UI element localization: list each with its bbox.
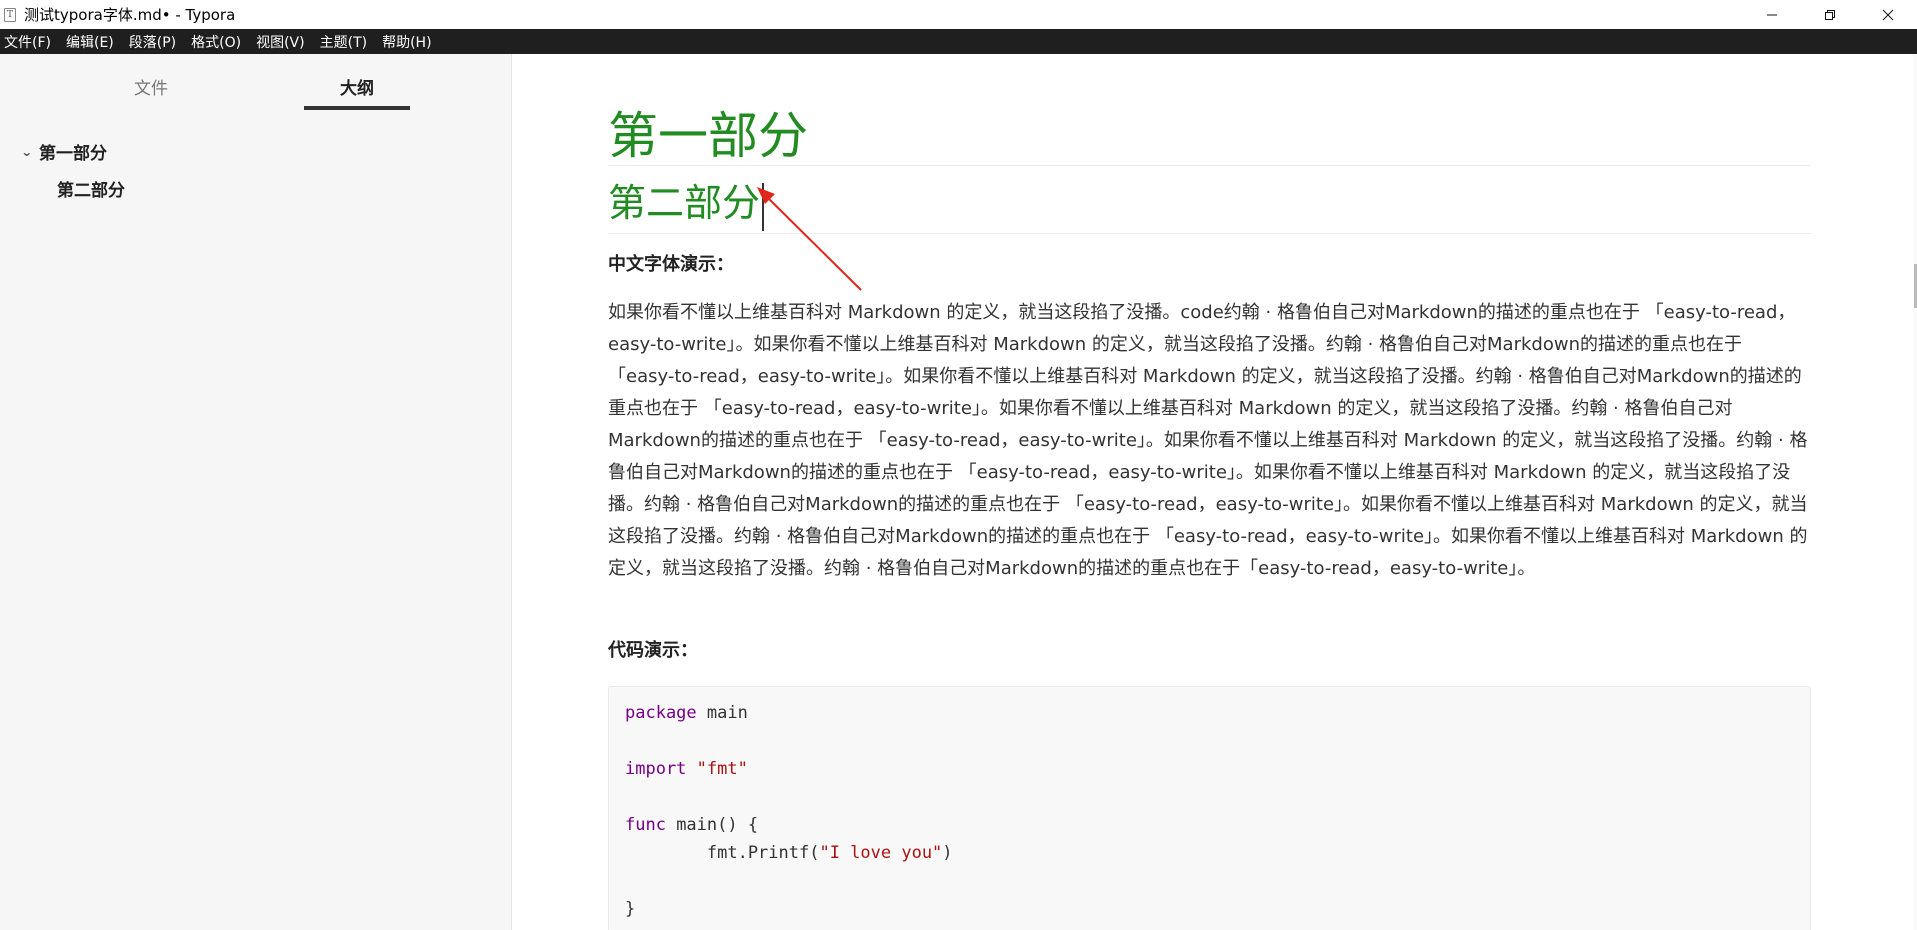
menu-view[interactable]: 视图(V) xyxy=(256,32,305,52)
heading-2[interactable]: 第二部分 xyxy=(608,178,1811,234)
code-text: fmt.Printf( xyxy=(625,843,820,863)
menu-help[interactable]: 帮助(H) xyxy=(382,32,431,52)
title-bar: T 测试typora字体.md• - Typora xyxy=(0,0,1917,29)
menu-edit[interactable]: 编辑(E) xyxy=(66,32,114,52)
menu-format[interactable]: 格式(O) xyxy=(191,32,241,52)
menu-theme[interactable]: 主题(T) xyxy=(320,32,367,52)
outline-list: ⌄ 第一部分 第二部分 xyxy=(0,111,511,207)
code-text: main() { xyxy=(665,815,759,835)
restore-button[interactable] xyxy=(1801,0,1859,29)
editor-area[interactable]: 第一部分 第二部分 中文字体演示： 如果你看不懂以上维基百科对 Markdown… xyxy=(513,54,1917,930)
editor-scrollbar[interactable] xyxy=(1913,54,1917,930)
outline-item-label: 第一部分 xyxy=(39,144,107,164)
heading-1-text: 第一部分 xyxy=(608,107,808,165)
code-demo-label: 代码演示： xyxy=(608,640,698,661)
active-tab-indicator xyxy=(304,106,410,110)
code-text: main xyxy=(696,703,748,723)
menu-bar: 文件(F) 编辑(E) 段落(P) 格式(O) 视图(V) 主题(T) 帮助(H… xyxy=(0,29,1917,54)
heading-2-text: 第二部分 xyxy=(608,181,761,225)
close-button[interactable] xyxy=(1859,0,1917,29)
outline-item-part1[interactable]: ⌄ 第一部分 xyxy=(0,133,511,170)
heading-1[interactable]: 第一部分 xyxy=(608,106,1811,166)
code-text: } xyxy=(625,899,636,919)
text-cursor xyxy=(762,182,765,231)
restore-icon xyxy=(1825,9,1835,20)
close-icon xyxy=(1882,9,1894,20)
code-keyword: func xyxy=(625,815,666,835)
code-string: "I love you" xyxy=(819,843,943,863)
sidebar: 文件 大纲 ⌄ 第一部分 第二部分 xyxy=(0,54,512,930)
minimize-icon xyxy=(1767,14,1777,15)
outline-item-part2[interactable]: 第二部分 xyxy=(0,170,511,207)
code-block[interactable]: package main import "fmt" func main() { … xyxy=(608,686,1811,930)
menu-file[interactable]: 文件(F) xyxy=(4,32,51,52)
outline-item-label: 第二部分 xyxy=(57,181,125,201)
sidebar-tabs: 文件 大纲 xyxy=(0,54,511,111)
code-text: ) xyxy=(942,843,953,863)
typora-app-icon: T xyxy=(4,7,16,22)
code-keyword: import xyxy=(625,759,687,779)
code-string: "fmt" xyxy=(696,759,748,779)
chevron-down-icon[interactable]: ⌄ xyxy=(21,145,35,159)
window-title: 测试typora字体.md• - Typora xyxy=(24,6,236,24)
menu-paragraph[interactable]: 段落(P) xyxy=(129,32,176,52)
window-controls xyxy=(1743,0,1917,29)
tab-outline[interactable]: 大纲 xyxy=(304,74,410,99)
minimize-button[interactable] xyxy=(1743,0,1801,29)
code-keyword: package xyxy=(625,703,697,723)
chinese-font-label: 中文字体演示： xyxy=(608,254,734,275)
tab-files[interactable]: 文件 xyxy=(98,74,204,99)
body-paragraph[interactable]: 如果你看不懂以上维基百科对 Markdown 的定义，就当这段掐了没播。code… xyxy=(608,297,1811,585)
